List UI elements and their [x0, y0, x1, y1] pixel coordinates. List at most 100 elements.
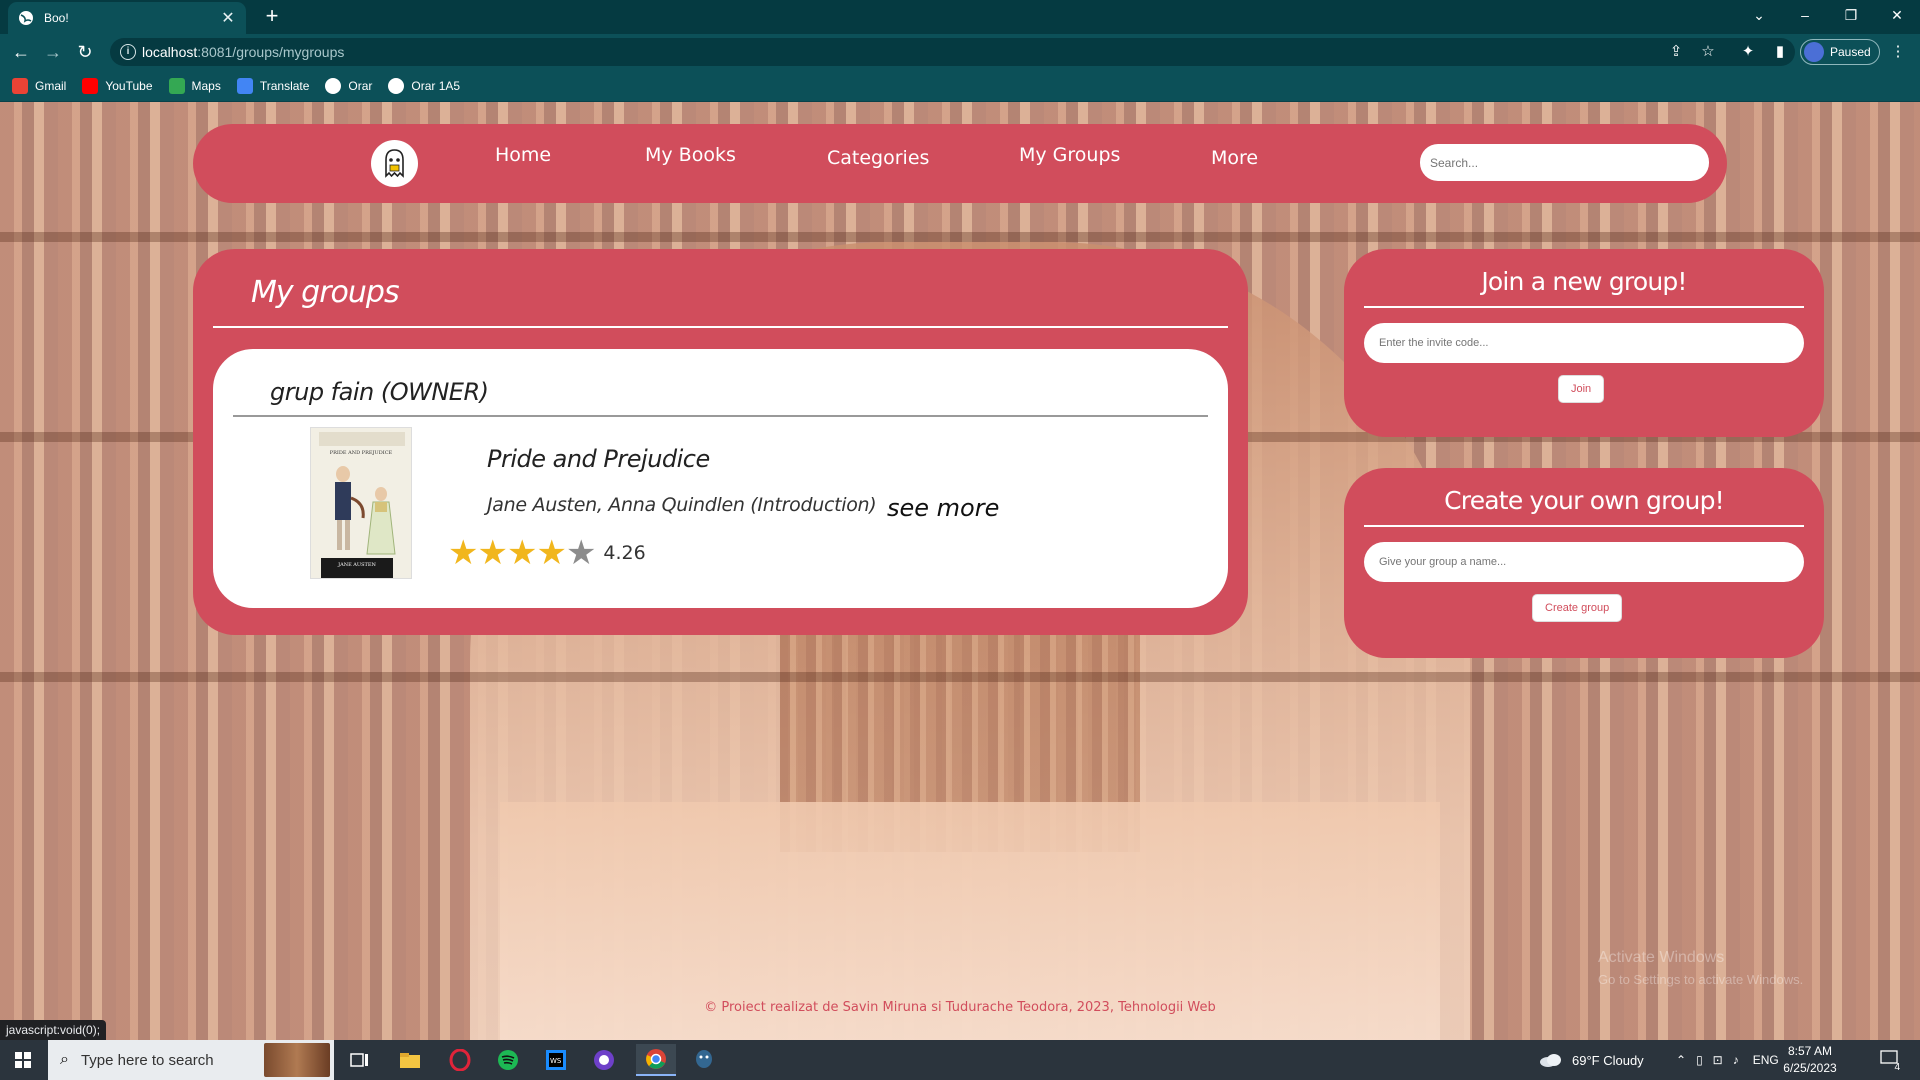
task-view-icon[interactable] — [340, 1044, 380, 1076]
notification-count: 4 — [1894, 1062, 1900, 1073]
youtube-icon — [82, 77, 99, 94]
bookmark-translate[interactable]: Translate — [236, 77, 310, 94]
minimize-button[interactable]: – — [1782, 0, 1828, 30]
join-group-card: Join a new group! Join — [1344, 249, 1824, 437]
footer-credits: © Proiect realizat de Savin Miruna si Tu… — [704, 1000, 1216, 1015]
close-window-button[interactable]: ✕ — [1874, 0, 1920, 30]
see-more-link[interactable]: see more — [887, 494, 999, 522]
group-name-input[interactable] — [1364, 542, 1804, 582]
star-icon: ★ — [477, 534, 508, 572]
bookmark-star-icon[interactable]: ☆ — [1698, 42, 1718, 62]
star-icon: ★ — [448, 534, 479, 572]
divider — [1364, 525, 1804, 527]
chrome-icon[interactable] — [636, 1044, 676, 1076]
bookmark-label: Translate — [259, 78, 310, 93]
avatar — [1804, 42, 1824, 62]
taskbar-clock[interactable]: 8:57 AM 6/25/2023 — [1770, 1043, 1850, 1077]
site-info-icon[interactable]: i — [120, 44, 136, 60]
volume-icon[interactable]: ♪ — [1733, 1053, 1739, 1067]
postgresql-icon[interactable] — [684, 1044, 724, 1076]
group-name[interactable]: grup fain (OWNER) — [270, 378, 489, 406]
rating-value: 4.26 — [603, 542, 646, 564]
url-path: :8081/groups/mygroups — [197, 44, 345, 60]
cover-illustration — [335, 466, 396, 555]
nav-categories-link[interactable]: Categories — [827, 147, 929, 169]
star-icon: ★ — [565, 534, 597, 572]
spotify-icon[interactable] — [488, 1044, 528, 1076]
cover-author: JANE AUSTEN — [321, 558, 393, 578]
bookmark-gmail[interactable]: Gmail — [12, 77, 66, 94]
clock-date: 6/25/2023 — [1783, 1061, 1837, 1075]
bookmark-label: YouTube — [105, 78, 153, 93]
globe-icon — [388, 77, 405, 94]
notification-center-icon[interactable]: 4 — [1876, 1049, 1902, 1073]
share-icon[interactable]: ⇪ — [1666, 42, 1686, 62]
logo[interactable] — [371, 140, 418, 187]
group-card: grup fain (OWNER) PRIDE AND PREJUDICE JA… — [213, 349, 1228, 608]
nav-my-books-link[interactable]: My Books — [645, 144, 736, 166]
search-input[interactable] — [1420, 144, 1709, 181]
bookmark-orar[interactable]: Orar — [325, 77, 372, 94]
browser-tab[interactable]: Boo! ✕ — [8, 2, 246, 34]
link-status-bubble: javascript:void(0); — [0, 1020, 107, 1040]
profile-label: Paused — [1830, 45, 1871, 59]
invite-code-input[interactable] — [1364, 323, 1804, 363]
cover-title: PRIDE AND PREJUDICE — [329, 450, 393, 456]
star-icon: ★ — [506, 534, 538, 572]
weather-widget[interactable]: 69°F Cloudy — [1538, 1040, 1644, 1080]
my-groups-card: My groups grup fain (OWNER) PRIDE AND PR… — [193, 249, 1248, 635]
divider — [233, 415, 1208, 417]
profile-button[interactable]: Paused — [1800, 39, 1880, 65]
ghost-icon — [385, 149, 404, 178]
rating-stars: ★ ★ ★ ★ ★ 4.26 — [448, 536, 646, 570]
webstorm-icon[interactable]: WS — [536, 1044, 576, 1076]
start-button[interactable] — [0, 1040, 46, 1080]
reload-icon[interactable]: ↻ — [72, 39, 98, 65]
taskbar-search[interactable]: ⌕ Type here to search — [48, 1040, 334, 1080]
url-text[interactable]: localhost:8081/groups/mygroups — [142, 44, 344, 60]
new-tab-button[interactable]: + — [259, 4, 285, 30]
star-icon: ★ — [536, 534, 567, 572]
nav-home-link[interactable]: Home — [495, 144, 551, 166]
restore-button[interactable]: ❐ — [1828, 0, 1874, 30]
divider — [213, 326, 1228, 328]
nav-my-groups-link[interactable]: My Groups — [1019, 144, 1120, 166]
chevron-up-icon[interactable]: ⌃ — [1676, 1053, 1686, 1067]
bookmark-maps[interactable]: Maps — [168, 77, 221, 94]
forward-icon[interactable]: → — [40, 39, 66, 65]
file-explorer-icon[interactable] — [390, 1044, 430, 1076]
activate-windows-watermark: Activate Windows Go to Settings to activ… — [1598, 947, 1803, 991]
url-host: localhost — [142, 44, 198, 60]
extensions-icon[interactable]: ✦ — [1738, 42, 1758, 62]
cloud-icon — [1540, 1054, 1561, 1067]
watermark-line: Activate Windows — [1598, 949, 1725, 966]
side-panel-icon[interactable]: ▮ — [1770, 42, 1790, 62]
github-desktop-icon[interactable] — [584, 1044, 624, 1076]
book-cover-image[interactable]: PRIDE AND PREJUDICE JANE AUSTEN — [310, 427, 412, 579]
bookmark-label: Maps — [191, 78, 221, 93]
search-icon: ⌕ — [60, 1051, 69, 1068]
system-tray-icons[interactable]: ⌃ ▯ ⊡ ♪ ENG — [1676, 1040, 1779, 1080]
menu-kebab-icon[interactable]: ⋮ — [1888, 42, 1908, 62]
bookmark-orar-1a5[interactable]: Orar 1A5 — [388, 77, 460, 94]
site-navbar: Home My Books Categories My Groups More — [193, 124, 1727, 203]
back-icon[interactable]: ← — [8, 39, 34, 65]
close-tab-icon[interactable]: ✕ — [220, 8, 236, 28]
opera-icon[interactable] — [440, 1044, 480, 1076]
battery-icon[interactable]: ▯ — [1696, 1053, 1703, 1067]
background-shelf-band — [0, 672, 1920, 682]
book-title[interactable]: Pride and Prejudice — [487, 445, 710, 473]
tab-strip: Boo! ✕ + ⌄ – ❐ ✕ — [0, 0, 1920, 34]
address-bar[interactable]: i localhost:8081/groups/mygroups ⇪ ☆ — [110, 38, 1795, 66]
nav-more-link[interactable]: More — [1211, 147, 1258, 169]
bookmarks-bar: Gmail YouTube Maps Translate Orar Orar 1… — [0, 70, 1920, 102]
network-icon[interactable]: ⊡ — [1713, 1053, 1723, 1067]
globe-icon — [19, 11, 33, 25]
join-button[interactable]: Join — [1558, 375, 1605, 403]
globe-icon — [325, 77, 342, 94]
page-viewport: Home My Books Categories My Groups More … — [0, 102, 1920, 1040]
bookmark-youtube[interactable]: YouTube — [82, 77, 153, 94]
tab-search-icon[interactable]: ⌄ — [1736, 0, 1782, 30]
background-shelf-band — [0, 232, 1920, 242]
create-group-button[interactable]: Create group — [1532, 594, 1623, 622]
